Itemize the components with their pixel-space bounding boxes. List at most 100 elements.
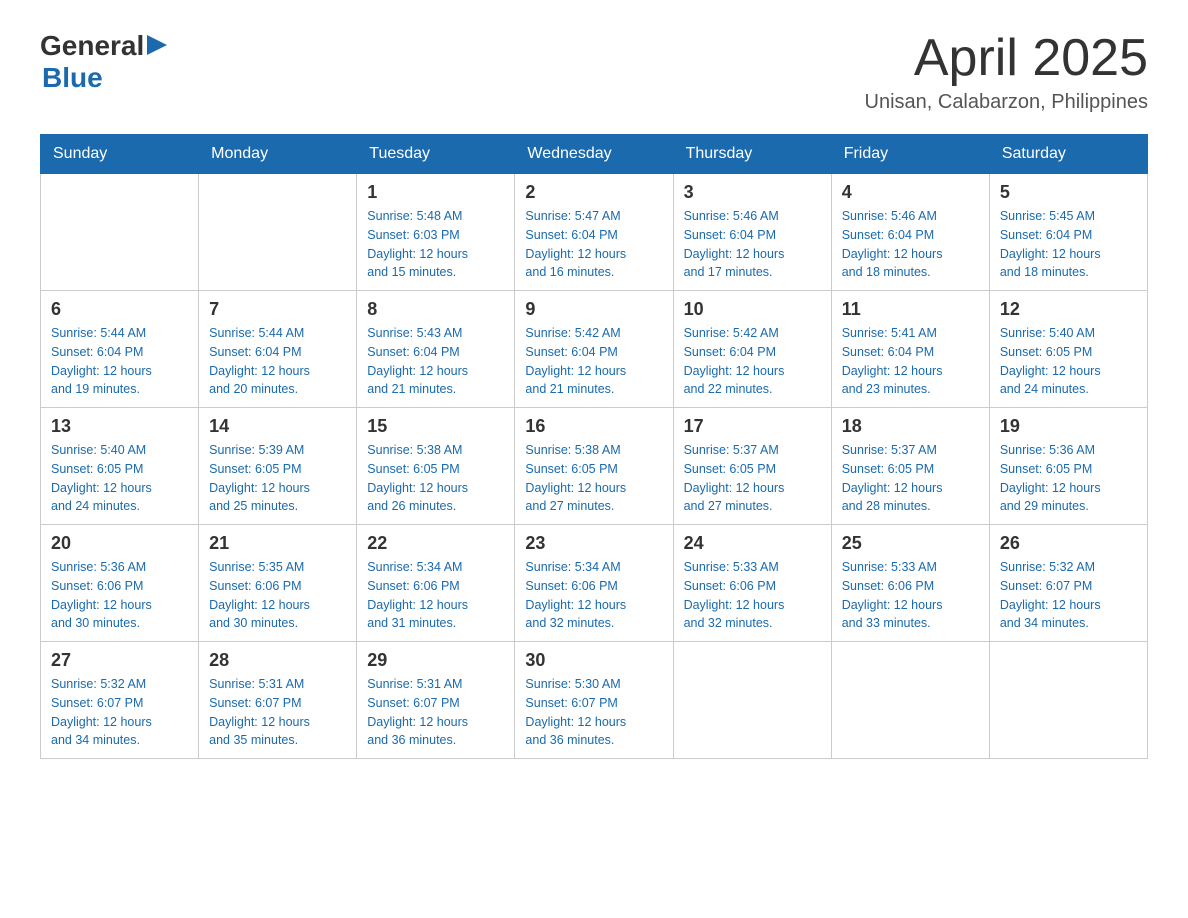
day-info: Sunrise: 5:32 AM Sunset: 6:07 PM Dayligh… bbox=[1000, 558, 1137, 633]
day-number: 24 bbox=[684, 533, 821, 554]
calendar-cell: 24 Sunrise: 5:33 AM Sunset: 6:06 PM Dayli… bbox=[673, 525, 831, 642]
day-number: 7 bbox=[209, 299, 346, 320]
day-info: Sunrise: 5:36 AM Sunset: 6:06 PM Dayligh… bbox=[51, 558, 188, 633]
weekday-header-monday: Monday bbox=[199, 135, 357, 174]
day-info: Sunrise: 5:33 AM Sunset: 6:06 PM Dayligh… bbox=[684, 558, 821, 633]
day-number: 1 bbox=[367, 182, 504, 203]
day-number: 18 bbox=[842, 416, 979, 437]
title-section: April 2025 Unisan, Calabarzon, Philippin… bbox=[865, 30, 1149, 114]
day-info: Sunrise: 5:42 AM Sunset: 6:04 PM Dayligh… bbox=[684, 324, 821, 399]
day-info: Sunrise: 5:39 AM Sunset: 6:05 PM Dayligh… bbox=[209, 441, 346, 516]
calendar-cell: 14 Sunrise: 5:39 AM Sunset: 6:05 PM Dayli… bbox=[199, 408, 357, 525]
calendar-cell bbox=[199, 174, 357, 291]
day-info: Sunrise: 5:46 AM Sunset: 6:04 PM Dayligh… bbox=[684, 207, 821, 282]
calendar-cell: 1 Sunrise: 5:48 AM Sunset: 6:03 PM Daylig… bbox=[357, 174, 515, 291]
calendar-cell: 17 Sunrise: 5:37 AM Sunset: 6:05 PM Dayli… bbox=[673, 408, 831, 525]
day-number: 28 bbox=[209, 650, 346, 671]
day-info: Sunrise: 5:37 AM Sunset: 6:05 PM Dayligh… bbox=[842, 441, 979, 516]
calendar-cell: 2 Sunrise: 5:47 AM Sunset: 6:04 PM Daylig… bbox=[515, 174, 673, 291]
calendar-cell bbox=[831, 642, 989, 759]
day-info: Sunrise: 5:41 AM Sunset: 6:04 PM Dayligh… bbox=[842, 324, 979, 399]
day-info: Sunrise: 5:34 AM Sunset: 6:06 PM Dayligh… bbox=[367, 558, 504, 633]
calendar-cell: 30 Sunrise: 5:30 AM Sunset: 6:07 PM Dayli… bbox=[515, 642, 673, 759]
calendar-cell bbox=[989, 642, 1147, 759]
day-number: 22 bbox=[367, 533, 504, 554]
day-info: Sunrise: 5:34 AM Sunset: 6:06 PM Dayligh… bbox=[525, 558, 662, 633]
day-number: 23 bbox=[525, 533, 662, 554]
day-info: Sunrise: 5:31 AM Sunset: 6:07 PM Dayligh… bbox=[367, 675, 504, 750]
day-number: 2 bbox=[525, 182, 662, 203]
day-info: Sunrise: 5:40 AM Sunset: 6:05 PM Dayligh… bbox=[51, 441, 188, 516]
day-info: Sunrise: 5:33 AM Sunset: 6:06 PM Dayligh… bbox=[842, 558, 979, 633]
week-row-1: 1 Sunrise: 5:48 AM Sunset: 6:03 PM Daylig… bbox=[41, 174, 1148, 291]
day-number: 10 bbox=[684, 299, 821, 320]
calendar-cell: 22 Sunrise: 5:34 AM Sunset: 6:06 PM Dayli… bbox=[357, 525, 515, 642]
calendar-cell: 28 Sunrise: 5:31 AM Sunset: 6:07 PM Dayli… bbox=[199, 642, 357, 759]
calendar-title: April 2025 bbox=[865, 30, 1149, 87]
calendar-cell: 6 Sunrise: 5:44 AM Sunset: 6:04 PM Daylig… bbox=[41, 291, 199, 408]
day-number: 12 bbox=[1000, 299, 1137, 320]
day-number: 4 bbox=[842, 182, 979, 203]
day-number: 6 bbox=[51, 299, 188, 320]
weekday-header-friday: Friday bbox=[831, 135, 989, 174]
logo-general-text: General bbox=[40, 30, 144, 62]
day-number: 30 bbox=[525, 650, 662, 671]
day-number: 8 bbox=[367, 299, 504, 320]
day-number: 13 bbox=[51, 416, 188, 437]
day-info: Sunrise: 5:45 AM Sunset: 6:04 PM Dayligh… bbox=[1000, 207, 1137, 282]
calendar-cell: 9 Sunrise: 5:42 AM Sunset: 6:04 PM Daylig… bbox=[515, 291, 673, 408]
day-info: Sunrise: 5:32 AM Sunset: 6:07 PM Dayligh… bbox=[51, 675, 188, 750]
day-info: Sunrise: 5:44 AM Sunset: 6:04 PM Dayligh… bbox=[51, 324, 188, 399]
calendar-cell: 7 Sunrise: 5:44 AM Sunset: 6:04 PM Daylig… bbox=[199, 291, 357, 408]
calendar-cell bbox=[673, 642, 831, 759]
week-row-4: 20 Sunrise: 5:36 AM Sunset: 6:06 PM Dayli… bbox=[41, 525, 1148, 642]
day-number: 27 bbox=[51, 650, 188, 671]
weekday-header-sunday: Sunday bbox=[41, 135, 199, 174]
calendar-cell: 13 Sunrise: 5:40 AM Sunset: 6:05 PM Dayli… bbox=[41, 408, 199, 525]
day-info: Sunrise: 5:38 AM Sunset: 6:05 PM Dayligh… bbox=[367, 441, 504, 516]
day-info: Sunrise: 5:30 AM Sunset: 6:07 PM Dayligh… bbox=[525, 675, 662, 750]
calendar-cell: 5 Sunrise: 5:45 AM Sunset: 6:04 PM Daylig… bbox=[989, 174, 1147, 291]
calendar-cell: 16Sunrise: 5:38 AM Sunset: 6:05 PM Dayli… bbox=[515, 408, 673, 525]
day-info: Sunrise: 5:42 AM Sunset: 6:04 PM Dayligh… bbox=[525, 324, 662, 399]
calendar-cell: 21Sunrise: 5:35 AM Sunset: 6:06 PM Dayli… bbox=[199, 525, 357, 642]
weekday-header-saturday: Saturday bbox=[989, 135, 1147, 174]
day-info: Sunrise: 5:38 AM Sunset: 6:05 PM Dayligh… bbox=[525, 441, 662, 516]
day-info: Sunrise: 5:47 AM Sunset: 6:04 PM Dayligh… bbox=[525, 207, 662, 282]
calendar-cell: 4 Sunrise: 5:46 AM Sunset: 6:04 PM Daylig… bbox=[831, 174, 989, 291]
day-info: Sunrise: 5:46 AM Sunset: 6:04 PM Dayligh… bbox=[842, 207, 979, 282]
day-info: Sunrise: 5:48 AM Sunset: 6:03 PM Dayligh… bbox=[367, 207, 504, 282]
day-info: Sunrise: 5:35 AM Sunset: 6:06 PM Dayligh… bbox=[209, 558, 346, 633]
calendar-cell: 12Sunrise: 5:40 AM Sunset: 6:05 PM Dayli… bbox=[989, 291, 1147, 408]
day-number: 9 bbox=[525, 299, 662, 320]
day-number: 20 bbox=[51, 533, 188, 554]
calendar-header-row: SundayMondayTuesdayWednesdayThursdayFrid… bbox=[41, 135, 1148, 174]
day-number: 19 bbox=[1000, 416, 1137, 437]
week-row-5: 27 Sunrise: 5:32 AM Sunset: 6:07 PM Dayli… bbox=[41, 642, 1148, 759]
calendar-cell bbox=[41, 174, 199, 291]
calendar-cell: 8 Sunrise: 5:43 AM Sunset: 6:04 PM Daylig… bbox=[357, 291, 515, 408]
day-info: Sunrise: 5:36 AM Sunset: 6:05 PM Dayligh… bbox=[1000, 441, 1137, 516]
week-row-2: 6 Sunrise: 5:44 AM Sunset: 6:04 PM Daylig… bbox=[41, 291, 1148, 408]
calendar-cell: 19 Sunrise: 5:36 AM Sunset: 6:05 PM Dayli… bbox=[989, 408, 1147, 525]
calendar-subtitle: Unisan, Calabarzon, Philippines bbox=[865, 91, 1149, 114]
calendar-cell: 11Sunrise: 5:41 AM Sunset: 6:04 PM Dayli… bbox=[831, 291, 989, 408]
weekday-header-thursday: Thursday bbox=[673, 135, 831, 174]
calendar-cell: 10 Sunrise: 5:42 AM Sunset: 6:04 PM Dayli… bbox=[673, 291, 831, 408]
day-info: Sunrise: 5:31 AM Sunset: 6:07 PM Dayligh… bbox=[209, 675, 346, 750]
calendar-table: SundayMondayTuesdayWednesdayThursdayFrid… bbox=[40, 134, 1148, 759]
calendar-cell: 27 Sunrise: 5:32 AM Sunset: 6:07 PM Dayli… bbox=[41, 642, 199, 759]
day-number: 14 bbox=[209, 416, 346, 437]
calendar-cell: 15Sunrise: 5:38 AM Sunset: 6:05 PM Dayli… bbox=[357, 408, 515, 525]
logo-arrow-icon bbox=[147, 35, 167, 55]
day-number: 5 bbox=[1000, 182, 1137, 203]
day-info: Sunrise: 5:37 AM Sunset: 6:05 PM Dayligh… bbox=[684, 441, 821, 516]
day-number: 17 bbox=[684, 416, 821, 437]
day-info: Sunrise: 5:44 AM Sunset: 6:04 PM Dayligh… bbox=[209, 324, 346, 399]
day-number: 29 bbox=[367, 650, 504, 671]
calendar-cell: 3 Sunrise: 5:46 AM Sunset: 6:04 PM Daylig… bbox=[673, 174, 831, 291]
day-number: 3 bbox=[684, 182, 821, 203]
logo-blue-text: Blue bbox=[42, 62, 167, 94]
day-info: Sunrise: 5:43 AM Sunset: 6:04 PM Dayligh… bbox=[367, 324, 504, 399]
weekday-header-wednesday: Wednesday bbox=[515, 135, 673, 174]
